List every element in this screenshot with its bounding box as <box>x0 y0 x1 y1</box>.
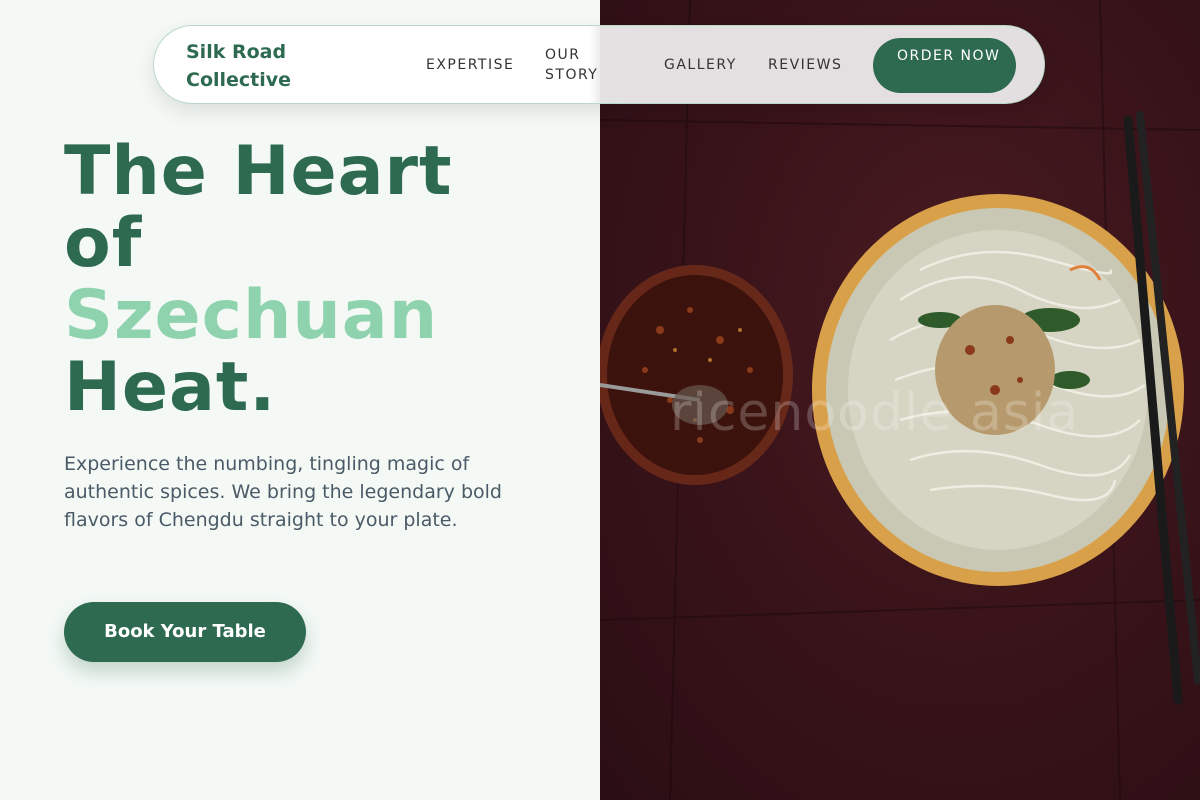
nav-link-expertise[interactable]: EXPERTISE <box>426 55 514 75</box>
hero-headline: The Heart of Szechuan Heat. <box>64 136 453 424</box>
nav-link-reviews[interactable]: REVIEWS <box>768 55 842 75</box>
headline-line-4: Heat. <box>64 348 277 427</box>
chili-oil-bowl-icon <box>600 265 793 485</box>
headline-line-1: The Heart <box>64 132 453 211</box>
headline-accent: Szechuan <box>64 276 439 355</box>
book-table-button[interactable]: Book Your Table <box>64 602 306 662</box>
nav-link-gallery[interactable]: GALLERY <box>664 55 737 75</box>
top-navbar: Silk Road Collective EXPERTISE OUR STORY… <box>153 25 1045 104</box>
order-now-button[interactable]: ORDER NOW <box>873 38 1016 93</box>
photo-watermark: ricenoodle asia <box>670 383 1080 443</box>
nav-link-our-story[interactable]: OUR STORY <box>545 45 615 85</box>
hero-description: Experience the numbing, tingling magic o… <box>64 453 502 531</box>
brand-logo[interactable]: Silk Road Collective <box>186 38 346 94</box>
headline-line-2: of <box>64 204 143 283</box>
hero-photo: ricenoodle asia <box>600 0 1200 800</box>
